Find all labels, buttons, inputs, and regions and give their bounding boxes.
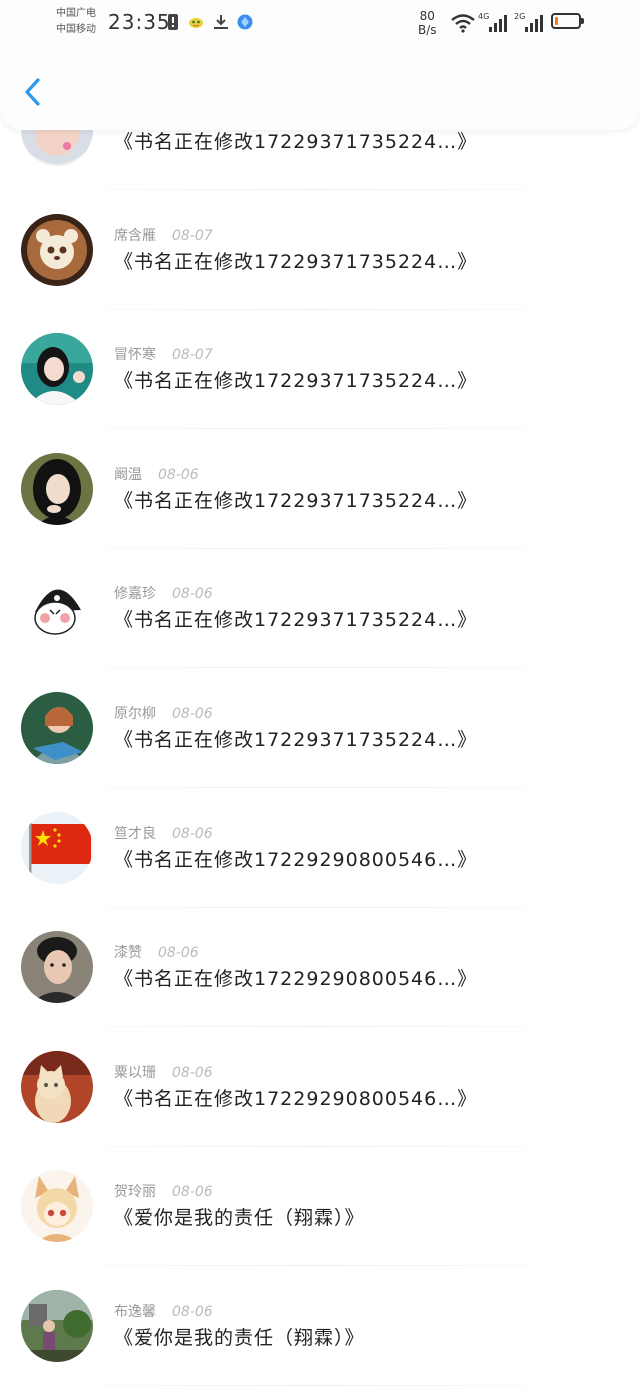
carrier-1: 中国广电: [56, 8, 96, 19]
clock: 23:35: [108, 10, 171, 34]
notification-list: 《书名正在修改17229371735224…》 席含雁 08-07 《书名正在修改17…: [0, 0, 640, 1387]
list-item[interactable]: 布逸馨 08-06 《爱你是我的责任（翔霖）》: [0, 1267, 640, 1386]
list-item[interactable]: 席含雁 08-07 《书名正在修改17229371735224…》: [0, 191, 640, 310]
browser-icon: [236, 13, 254, 31]
list-item[interactable]: 漆赞 08-06 《书名正在修改17229290800546…》: [0, 908, 640, 1028]
username: 原尔柳: [114, 706, 156, 722]
nav-header: [0, 48, 640, 130]
battery-icon: [551, 13, 584, 29]
divider: [100, 1385, 530, 1386]
item-meta: 阚温 08-06: [114, 464, 199, 484]
username: 漆赞: [114, 945, 142, 962]
list-item[interactable]: 贺玲丽 08-06 《爱你是我的责任（翔霖）》: [0, 1147, 640, 1267]
avatar[interactable]: [21, 1050, 93, 1123]
signal-1-icon: [487, 12, 509, 34]
avatar[interactable]: [21, 692, 93, 764]
item-date: 08-06: [158, 945, 199, 962]
book-title: 《书名正在修改17229290800546…》: [114, 968, 478, 991]
item-meta: 修嘉珍 08-06: [114, 583, 213, 603]
item-date: 08-06: [172, 586, 213, 603]
list-item[interactable]: 冒怀寒 08-07 《书名正在修改17229371735224…》: [0, 310, 640, 430]
avatar[interactable]: [21, 333, 93, 406]
wifi-icon: [450, 12, 476, 34]
list-item[interactable]: 笪才良 08-06 《书名正在修改17229290800546…》: [0, 789, 640, 908]
username: 修嘉珍: [114, 586, 156, 603]
avatar[interactable]: [21, 572, 93, 645]
network-speed-value: 80: [419, 9, 435, 23]
chevron-left-icon: [25, 78, 40, 106]
item-meta: 笪才良 08-06: [114, 823, 213, 843]
book-title: 《书名正在修改17229371735224…》: [114, 131, 478, 153]
back-button[interactable]: [16, 74, 52, 110]
app-notification-icon: [187, 13, 205, 31]
avatar[interactable]: [21, 931, 93, 1004]
network-speed-unit: B/s: [418, 23, 437, 37]
sim-icon: [164, 13, 182, 31]
book-title: 《书名正在修改17229290800546…》: [114, 848, 478, 871]
item-meta: 布逸馨 08-06: [114, 1301, 213, 1321]
book-title: 《书名正在修改17229371735224…》: [114, 489, 478, 512]
carrier-info: 中国广电 中国移动: [56, 6, 96, 38]
username: 贺玲丽: [114, 1184, 156, 1201]
username: 布逸馨: [114, 1304, 156, 1320]
item-date: 08-06: [158, 466, 199, 483]
book-title: 《爱你是我的责任（翔霖）》: [114, 1207, 365, 1230]
avatar[interactable]: [21, 213, 93, 286]
book-title: 《书名正在修改17229371735224…》: [114, 370, 478, 393]
book-title: 《书名正在修改17229371735224…》: [114, 250, 478, 273]
book-title: 《书名正在修改17229290800546…》: [114, 1087, 478, 1110]
username: 笪才良: [114, 825, 156, 842]
status-bar: 中国广电 中国移动 23:35 80 B/s 4G 2G: [0, 0, 640, 48]
item-date: 08-06: [172, 706, 213, 722]
network-speed: 80 B/s: [418, 9, 437, 37]
list-item[interactable]: 阚温 08-06 《书名正在修改17229371735224…》: [0, 430, 640, 549]
item-date: 08-06: [172, 825, 213, 842]
username: 阚温: [114, 466, 142, 483]
avatar[interactable]: [21, 1170, 93, 1243]
book-title: 《爱你是我的责任（翔霖）》: [114, 1327, 365, 1349]
download-icon: [212, 13, 230, 31]
username: 席含雁: [114, 227, 156, 244]
book-title: 《书名正在修改17229371735224…》: [114, 609, 478, 632]
item-date: 08-07: [172, 347, 213, 364]
book-title: 《书名正在修改17229371735224…》: [114, 729, 478, 751]
item-date: 08-06: [172, 1304, 213, 1320]
list-item[interactable]: 粟以珊 08-06 《书名正在修改17229290800546…》: [0, 1028, 640, 1147]
list-item[interactable]: 修嘉珍 08-06 《书名正在修改17229371735224…》: [0, 549, 640, 669]
item-meta: 漆赞 08-06: [114, 942, 199, 962]
item-date: 08-07: [172, 227, 213, 244]
list-item[interactable]: 原尔柳 08-06 《书名正在修改17229371735224…》: [0, 669, 640, 788]
item-meta: 冒怀寒 08-07: [114, 344, 213, 364]
avatar[interactable]: [21, 452, 93, 525]
username: 粟以珊: [114, 1064, 156, 1081]
item-meta: 贺玲丽 08-06: [114, 1181, 213, 1201]
username: 冒怀寒: [114, 347, 156, 364]
avatar[interactable]: [21, 1290, 93, 1362]
item-meta: 粟以珊 08-06: [114, 1062, 213, 1082]
avatar[interactable]: [21, 811, 93, 884]
battery-level: [555, 17, 558, 25]
carrier-2: 中国移动: [56, 24, 96, 35]
item-date: 08-06: [172, 1184, 213, 1201]
item-meta: 原尔柳 08-06: [114, 703, 213, 723]
item-meta: 席含雁 08-07: [114, 225, 213, 245]
signal-2-icon: [523, 12, 545, 34]
item-date: 08-06: [172, 1064, 213, 1081]
